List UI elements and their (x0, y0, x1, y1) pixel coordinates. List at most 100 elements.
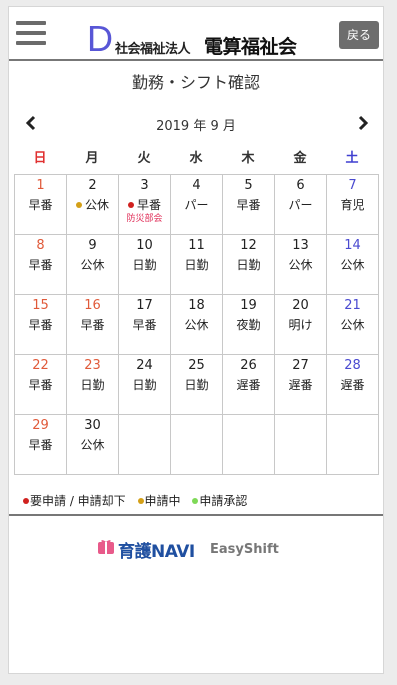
calendar-day-cell[interactable]: 10 日勤 (118, 234, 171, 295)
calendar-day-cell[interactable]: 8 早番 (14, 234, 67, 295)
calendar-day-cell[interactable]: 12 日勤 (222, 234, 275, 295)
day-number: 9 (88, 238, 97, 253)
day-number: 26 (240, 358, 257, 373)
calendar-day-cell[interactable]: 21 公休 (326, 294, 379, 355)
legend-pending: 申請中 (137, 492, 181, 509)
shift-text: 公休 (288, 258, 313, 272)
day-number: 30 (84, 418, 101, 433)
legend-required: 要申請 / 申請却下 (23, 492, 126, 509)
calendar-day-cell[interactable]: 27 遅番 (274, 354, 327, 415)
shift-text: 明け (288, 318, 313, 332)
day-number: 25 (188, 358, 205, 373)
calendar-day-cell[interactable]: 29 早番 (14, 414, 67, 475)
weekday-header: 日 月 火 水 木 金 土 (14, 147, 378, 167)
calendar-day-cell[interactable]: 5 早番 (222, 174, 275, 235)
header: D 社会福祉法人 電算福祉会 戻る (9, 7, 383, 61)
calendar-day-cell[interactable]: 14 公休 (326, 234, 379, 295)
calendar-week-row: 1 早番 2 公休 3 早番 防災部会 4 パー 5 早番 6 パー 7 育児 (14, 174, 379, 235)
footer-divider (9, 514, 383, 516)
shift-label: 公休 (327, 317, 378, 333)
shift-text: 育児 (340, 198, 365, 212)
footer-brand-sub: EasyShift (210, 542, 279, 557)
shift-label: 早番 (119, 197, 170, 213)
shift-label: 早番 (15, 197, 66, 213)
shift-label: 日勤 (67, 377, 118, 393)
shift-text: 日勤 (132, 378, 157, 392)
calendar-empty-cell (274, 414, 327, 475)
shift-text: 公休 (184, 318, 209, 332)
day-number: 24 (136, 358, 153, 373)
calendar-empty-cell (326, 414, 379, 475)
weekday-thu: 木 (241, 151, 255, 166)
shift-label: 早番 (15, 317, 66, 333)
day-number: 6 (296, 178, 305, 193)
calendar-week-row: 8 早番 9 公休 10 日勤 11 日勤 12 日勤 13 公休 14 公休 (14, 234, 379, 295)
calendar-day-cell[interactable]: 23 日勤 (66, 354, 119, 415)
calendar-day-cell[interactable]: 4 パー (170, 174, 223, 235)
calendar-day-cell[interactable]: 20 明け (274, 294, 327, 355)
calendar-day-cell[interactable]: 24 日勤 (118, 354, 171, 415)
calendar-day-cell[interactable]: 19 夜勤 (222, 294, 275, 355)
day-number: 8 (36, 238, 45, 253)
day-number: 21 (344, 298, 361, 313)
shift-label: 遅番 (327, 377, 378, 393)
status-dot-icon (127, 201, 134, 208)
shift-label: 明け (275, 317, 326, 333)
legend-pending-label: 申請中 (144, 494, 181, 508)
calendar-day-cell[interactable]: 11 日勤 (170, 234, 223, 295)
shift-text: 日勤 (184, 378, 209, 392)
calendar-day-cell[interactable]: 30 公休 (66, 414, 119, 475)
calendar-day-cell[interactable]: 22 早番 (14, 354, 67, 415)
day-number: 4 (192, 178, 201, 193)
app-page: D 社会福祉法人 電算福祉会 戻る 勤務・シフト確認 2019 年 9 月 日 … (8, 6, 384, 674)
shift-label: 夜勤 (223, 317, 274, 333)
event-note: 防災部会 (126, 214, 163, 224)
shift-text: 日勤 (184, 258, 209, 272)
calendar-empty-cell (170, 414, 223, 475)
shift-text: 遅番 (340, 378, 365, 392)
shift-label: 日勤 (171, 257, 222, 273)
back-button[interactable]: 戻る (339, 21, 379, 49)
logo-letter: D (87, 18, 113, 59)
shift-text: 遅番 (236, 378, 261, 392)
legend-approved: 申請承認 (192, 492, 247, 509)
calendar-day-cell[interactable]: 7 育児 (326, 174, 379, 235)
shift-text: 公休 (80, 258, 105, 272)
shift-label: 公休 (67, 197, 118, 213)
shift-text: パー (184, 198, 209, 212)
day-number: 3 (140, 178, 149, 193)
weekday-mon: 月 (85, 151, 99, 166)
day-number: 12 (240, 238, 257, 253)
shift-text: 公休 (84, 198, 109, 212)
calendar-day-cell[interactable]: 13 公休 (274, 234, 327, 295)
page-title: 勤務・シフト確認 (131, 73, 260, 92)
calendar-day-cell[interactable]: 1 早番 (14, 174, 67, 235)
calendar-day-cell[interactable]: 26 遅番 (222, 354, 275, 415)
shift-label: 公休 (171, 317, 222, 333)
chevron-right-icon[interactable] (353, 113, 373, 133)
calendar-day-cell[interactable]: 9 公休 (66, 234, 119, 295)
status-dot-icon (75, 201, 82, 208)
calendar-day-cell[interactable]: 6 パー (274, 174, 327, 235)
calendar-day-cell[interactable]: 2 公休 (66, 174, 119, 235)
day-number: 28 (344, 358, 361, 373)
calendar-day-cell[interactable]: 18 公休 (170, 294, 223, 355)
hamburger-menu-icon[interactable] (16, 21, 46, 47)
calendar-day-cell[interactable]: 28 遅番 (326, 354, 379, 415)
calendar-day-cell[interactable]: 3 早番 防災部会 (118, 174, 171, 235)
calendar-day-cell[interactable]: 16 早番 (66, 294, 119, 355)
shift-text: 日勤 (236, 258, 261, 272)
calendar-day-cell[interactable]: 25 日勤 (170, 354, 223, 415)
calendar-day-cell[interactable]: 17 早番 (118, 294, 171, 355)
day-number: 19 (240, 298, 257, 313)
day-number: 2 (88, 178, 97, 193)
calendar-day-cell[interactable]: 15 早番 (14, 294, 67, 355)
shift-text: 早番 (28, 198, 53, 212)
shift-text: 公休 (80, 438, 105, 452)
legend-approved-label: 申請承認 (199, 494, 248, 508)
gift-box-icon (98, 540, 114, 554)
shift-label: 公休 (67, 437, 118, 453)
shift-label: 遅番 (223, 377, 274, 393)
status-dot-icon (137, 497, 144, 504)
shift-text: 遅番 (288, 378, 313, 392)
